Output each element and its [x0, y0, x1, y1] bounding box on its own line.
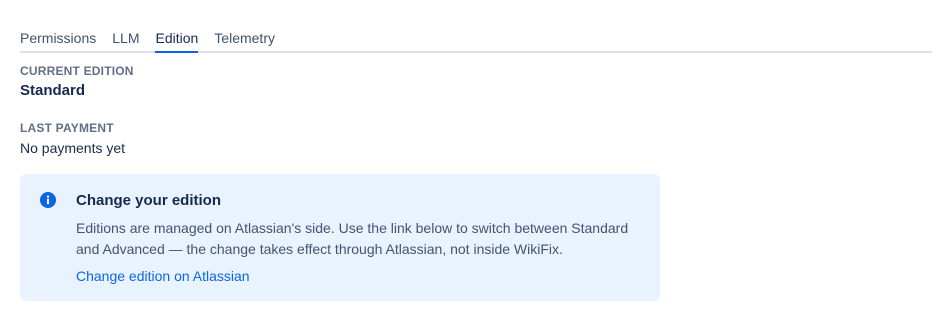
last-payment-value: No payments yet [20, 140, 126, 156]
info-icon [40, 192, 56, 208]
tab-telemetry[interactable]: Telemetry [214, 20, 275, 51]
tab-llm[interactable]: LLM [112, 20, 139, 51]
panel-title: Change your edition [76, 192, 222, 209]
settings-tabs: Permissions LLM Edition Telemetry [20, 20, 932, 53]
current-edition-value: Standard [20, 82, 86, 99]
edition-settings-page: Permissions LLM Edition Telemetry CURREN… [0, 0, 952, 322]
tab-edition[interactable]: Edition [155, 20, 198, 53]
change-edition-info-panel: Change your edition Editions are managed… [20, 174, 660, 301]
tab-permissions[interactable]: Permissions [20, 20, 96, 51]
change-edition-link[interactable]: Change edition on Atlassian [76, 267, 250, 285]
current-edition-label: CURRENT EDITION [20, 64, 134, 78]
last-payment-label: LAST PAYMENT [20, 121, 114, 135]
panel-description: Editions are managed on Atlassian's side… [76, 220, 629, 257]
